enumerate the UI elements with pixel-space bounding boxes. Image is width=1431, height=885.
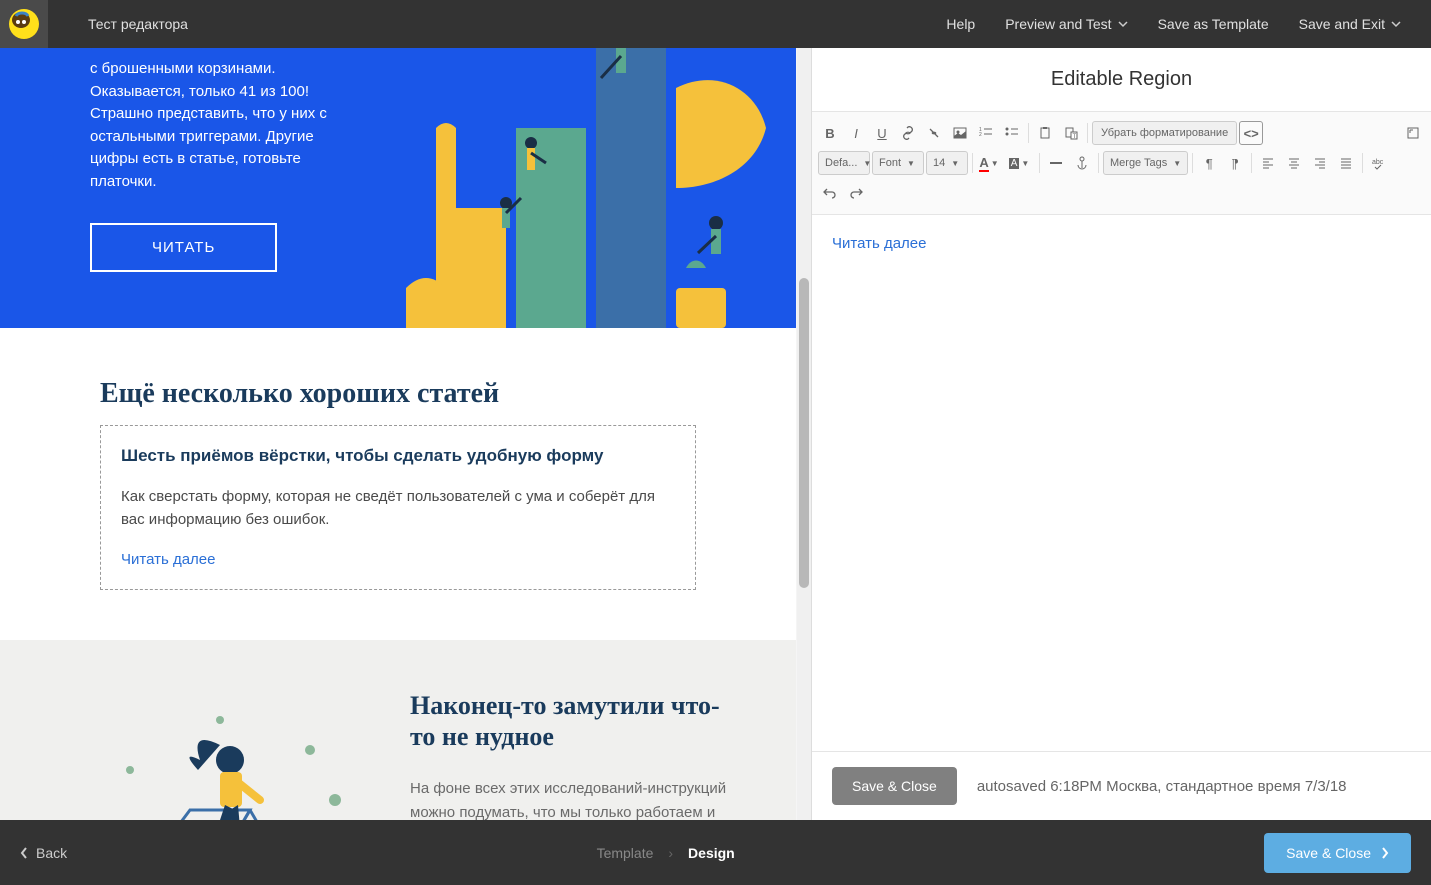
align-right-icon xyxy=(1314,157,1326,169)
primary-save-close-button[interactable]: Save & Close xyxy=(1264,833,1411,873)
chevron-left-icon xyxy=(20,847,28,859)
fun-heading: Наконец-то замутили что-то не нудное xyxy=(410,690,736,752)
ordered-list-button[interactable]: 12 xyxy=(974,121,998,145)
paste-icon xyxy=(1038,126,1052,140)
unordered-list-button[interactable] xyxy=(1000,121,1024,145)
content-link[interactable]: Читать далее xyxy=(832,235,926,252)
rtl-button[interactable]: ¶ xyxy=(1223,151,1247,175)
unlink-icon xyxy=(927,126,941,140)
step-template[interactable]: Template xyxy=(597,845,654,861)
editor-footer: Save & Close autosaved 6:18PM Москва, ст… xyxy=(812,751,1431,820)
source-code-button[interactable]: <> xyxy=(1239,121,1263,145)
growth-illustration xyxy=(376,48,776,328)
font-size-select[interactable]: 14▼ xyxy=(926,151,968,175)
mailchimp-icon xyxy=(8,8,40,40)
italic-button[interactable]: I xyxy=(844,121,868,145)
redo-button[interactable] xyxy=(844,181,868,205)
svg-text:T: T xyxy=(1073,134,1077,140)
expand-icon xyxy=(1407,127,1419,139)
undo-button[interactable] xyxy=(818,181,842,205)
top-menu: Help Preview and Test Save as Template S… xyxy=(946,16,1431,32)
menu-help[interactable]: Help xyxy=(946,16,975,32)
document-title: Тест редактора xyxy=(88,16,946,32)
editor-panel: Editable Region B I U 12 T Убрать формат… xyxy=(811,48,1431,820)
fun-section: Наконец-то замутили что-то не нудное На … xyxy=(0,640,796,820)
article-text: Как сверстать форму, которая не сведёт п… xyxy=(121,486,675,531)
hero-block: с брошенными корзинами. Оказывается, тол… xyxy=(0,48,796,328)
article-link[interactable]: Читать далее xyxy=(121,551,215,568)
read-button[interactable]: ЧИТАТЬ xyxy=(90,223,277,272)
autosave-status: autosaved 6:18PM Москва, стандартное вре… xyxy=(977,778,1347,795)
ltr-button[interactable]: ¶ xyxy=(1197,151,1221,175)
svg-text:abc: abc xyxy=(1372,159,1384,166)
link-button[interactable] xyxy=(896,121,920,145)
save-close-button[interactable]: Save & Close xyxy=(832,767,957,805)
align-center-button[interactable] xyxy=(1282,151,1306,175)
preview-canvas[interactable]: с брошенными корзинами. Оказывается, тол… xyxy=(0,48,796,820)
anchor-button[interactable] xyxy=(1070,151,1094,175)
chevron-down-icon xyxy=(1118,19,1128,29)
paste-text-button[interactable]: T xyxy=(1059,121,1083,145)
menu-save-template[interactable]: Save as Template xyxy=(1158,16,1269,32)
image-button[interactable] xyxy=(948,121,972,145)
articles-heading: Ещё несколько хороших статей xyxy=(100,378,696,410)
underline-button[interactable]: U xyxy=(870,121,894,145)
align-left-icon xyxy=(1262,157,1274,169)
align-justify-icon xyxy=(1340,157,1352,169)
font-style-select[interactable]: Font▼ xyxy=(872,151,924,175)
paste-text-icon: T xyxy=(1064,126,1078,140)
fun-para1: На фоне всех этих исследований-инструкци… xyxy=(410,777,736,820)
chevron-down-icon xyxy=(1391,19,1401,29)
bold-button[interactable]: B xyxy=(818,121,842,145)
redo-icon xyxy=(849,186,863,200)
undo-icon xyxy=(823,186,837,200)
app-logo[interactable] xyxy=(0,0,48,48)
hr-button[interactable] xyxy=(1044,151,1068,175)
articles-section: Ещё несколько хороших статей Шесть приём… xyxy=(0,328,796,640)
align-center-icon xyxy=(1288,157,1300,169)
main-area: с брошенными корзинами. Оказывается, тол… xyxy=(0,48,1431,820)
bg-color-button[interactable]: A▼ xyxy=(1003,151,1035,175)
align-justify-button[interactable] xyxy=(1334,151,1358,175)
scrollbar-thumb[interactable] xyxy=(799,278,809,588)
font-family-select[interactable]: Defa...▼ xyxy=(818,151,870,175)
hero-text: с брошенными корзинами. Оказывается, тол… xyxy=(0,48,380,193)
paste-button[interactable] xyxy=(1033,121,1057,145)
text-color-button[interactable]: A▼ xyxy=(977,151,1001,175)
hr-icon xyxy=(1049,156,1063,170)
image-icon xyxy=(953,126,967,140)
svg-text:2: 2 xyxy=(979,132,982,138)
bottom-bar: Back Template › Design Save & Close xyxy=(0,820,1431,885)
step-design[interactable]: Design xyxy=(688,845,735,861)
ol-icon: 12 xyxy=(979,126,993,140)
top-bar: Тест редактора Help Preview and Test Sav… xyxy=(0,0,1431,48)
anchor-icon xyxy=(1075,156,1089,170)
chevron-right-icon: › xyxy=(668,845,673,861)
spellcheck-button[interactable]: abc xyxy=(1367,151,1391,175)
align-left-button[interactable] xyxy=(1256,151,1280,175)
article-card[interactable]: Шесть приёмов вёрстки, чтобы сделать удо… xyxy=(100,425,696,590)
editor-title: Editable Region xyxy=(812,48,1431,112)
editor-content[interactable]: Читать далее xyxy=(812,215,1431,751)
clear-format-button[interactable]: Убрать форматирование xyxy=(1092,121,1237,145)
align-right-button[interactable] xyxy=(1308,151,1332,175)
menu-save-exit[interactable]: Save and Exit xyxy=(1299,16,1401,32)
link-icon xyxy=(901,126,915,140)
step-breadcrumb: Template › Design xyxy=(67,845,1264,861)
merge-tags-select[interactable]: Merge Tags▼ xyxy=(1103,151,1188,175)
check-icon: abc xyxy=(1372,156,1386,170)
ul-icon xyxy=(1005,126,1019,140)
email-preview: с брошенными корзинами. Оказывается, тол… xyxy=(0,48,811,820)
menu-preview-test[interactable]: Preview and Test xyxy=(1005,16,1127,32)
editor-toolbar: B I U 12 T Убрать форматирование <> Defa… xyxy=(812,112,1431,215)
cycling-illustration xyxy=(60,690,370,820)
preview-scrollbar[interactable] xyxy=(797,48,811,820)
fullscreen-button[interactable] xyxy=(1401,121,1425,145)
back-button[interactable]: Back xyxy=(20,845,67,861)
fun-text: Наконец-то замутили что-то не нудное На … xyxy=(410,690,736,820)
chevron-right-icon xyxy=(1381,847,1389,859)
article-title: Шесть приёмов вёрстки, чтобы сделать удо… xyxy=(121,446,675,466)
unlink-button[interactable] xyxy=(922,121,946,145)
